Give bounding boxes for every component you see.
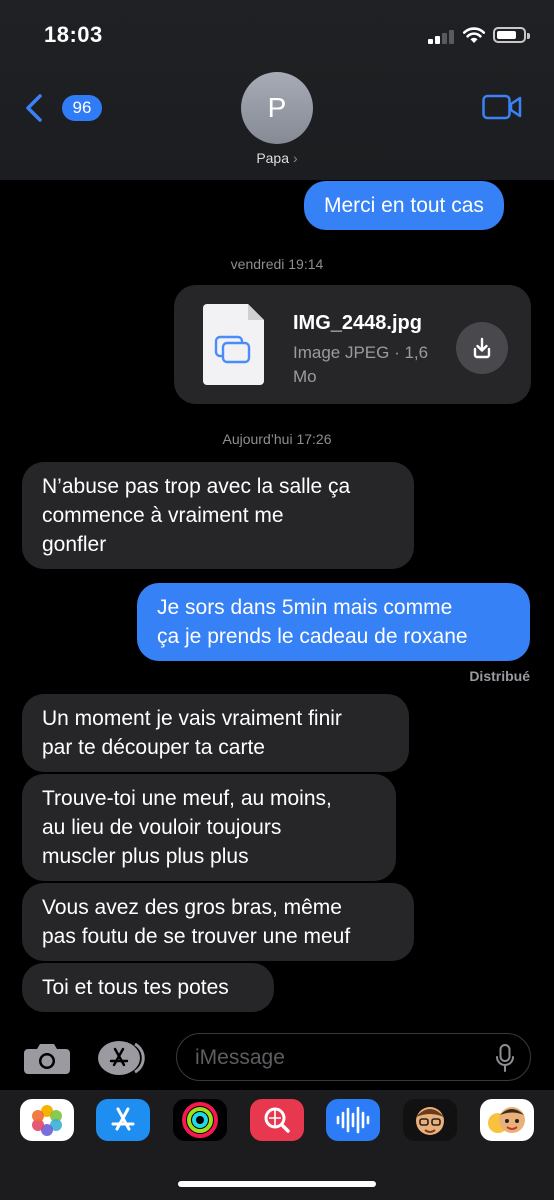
timestamp-day: vendredi bbox=[230, 256, 285, 272]
back-button[interactable]: 96 bbox=[22, 92, 102, 124]
message-received[interactable]: Toi et tous tes potes bbox=[22, 963, 274, 1012]
timestamp: vendredi 19:14 bbox=[0, 256, 554, 272]
message-line: au lieu de vouloir toujours bbox=[42, 816, 282, 839]
app-store-icon[interactable] bbox=[98, 1041, 152, 1075]
message-line: Vous avez des gros bras, même bbox=[42, 896, 342, 919]
app-drawer bbox=[0, 1090, 554, 1200]
web-search-app-icon[interactable] bbox=[250, 1099, 304, 1141]
message-input[interactable]: iMessage bbox=[176, 1033, 531, 1081]
camera-icon[interactable] bbox=[24, 1042, 70, 1074]
message-line: Toi et tous tes potes bbox=[42, 976, 229, 999]
attachment-filename: IMG_2448.jpg bbox=[293, 312, 422, 334]
message-line: Trouve-toi une meuf, au moins, bbox=[42, 787, 332, 810]
download-icon bbox=[473, 337, 491, 359]
file-attachment[interactable]: IMG_2448.jpg Image JPEG · 1,6 Mo bbox=[174, 285, 531, 404]
contact-name-button[interactable]: Papa › bbox=[0, 150, 554, 166]
home-indicator[interactable] bbox=[178, 1181, 376, 1187]
cellular-signal-icon bbox=[428, 30, 454, 44]
battery-icon bbox=[493, 27, 530, 43]
timestamp: Aujourd’hui 17:26 bbox=[0, 431, 554, 447]
status-time: 18:03 bbox=[44, 22, 103, 47]
contact-avatar[interactable]: P bbox=[241, 72, 313, 144]
conversation-header: 18:03 96 P Papa › bbox=[0, 0, 554, 180]
timestamp-time: 19:14 bbox=[288, 256, 324, 272]
message-line: muscler plus plus plus bbox=[42, 845, 249, 868]
message-received[interactable]: Vous avez des gros bras, même pas foutu … bbox=[22, 883, 414, 961]
message-thread: Merci en tout cas vendredi 19:14 IMG_244… bbox=[0, 180, 554, 1025]
chevron-right-icon: › bbox=[293, 150, 298, 166]
message-line: pas foutu de se trouver une meuf bbox=[42, 925, 351, 948]
facetime-video-icon[interactable] bbox=[482, 94, 522, 120]
status-bar: 18:03 bbox=[0, 0, 554, 70]
message-line: ça je prends le cadeau de roxane bbox=[157, 625, 468, 648]
attachment-meta: Image JPEG · 1,6 Mo bbox=[293, 341, 453, 389]
microphone-icon[interactable] bbox=[496, 1044, 514, 1072]
compose-bar: iMessage bbox=[0, 1025, 554, 1090]
message-received[interactable]: Trouve-toi une meuf, au moins, au lieu d… bbox=[22, 774, 396, 881]
unread-count-badge: 96 bbox=[62, 95, 102, 121]
message-sent[interactable]: Merci en tout cas bbox=[304, 181, 504, 230]
wifi-icon bbox=[462, 27, 486, 43]
message-line: Je sors dans 5min mais comme bbox=[157, 596, 453, 619]
attachment-meta-line: Image JPEG · 1,6 bbox=[293, 343, 429, 362]
memoji-app-icon[interactable] bbox=[403, 1099, 457, 1141]
activity-app-icon[interactable] bbox=[173, 1099, 227, 1141]
message-text: Merci en tout cas bbox=[324, 194, 484, 217]
message-line: commence à vraiment me bbox=[42, 504, 284, 527]
memoji-stickers-app-icon[interactable] bbox=[480, 1099, 534, 1141]
message-line: gonfler bbox=[42, 533, 107, 556]
photos-app-icon[interactable] bbox=[20, 1099, 74, 1141]
message-received[interactable]: Un moment je vais vraiment finir par te … bbox=[22, 694, 409, 772]
delivery-status: Distribué bbox=[469, 668, 530, 684]
timestamp-time: 17:26 bbox=[296, 431, 332, 447]
app-store-app-icon[interactable] bbox=[96, 1099, 150, 1141]
audio-message-app-icon[interactable] bbox=[326, 1099, 380, 1141]
download-button[interactable] bbox=[456, 322, 508, 374]
message-sent[interactable]: Je sors dans 5min mais comme ça je prend… bbox=[137, 583, 530, 661]
attachment-meta-line: Mo bbox=[293, 367, 317, 386]
message-line: N’abuse pas trop avec la salle ça bbox=[42, 475, 351, 498]
message-input-placeholder: iMessage bbox=[195, 1046, 285, 1069]
message-line: Un moment je vais vraiment finir bbox=[42, 707, 342, 730]
contact-name: Papa bbox=[256, 150, 290, 166]
message-received[interactable]: N’abuse pas trop avec la salle ça commen… bbox=[22, 462, 414, 569]
image-file-icon bbox=[203, 304, 264, 385]
message-line: par te découper ta carte bbox=[42, 736, 265, 759]
timestamp-day: Aujourd’hui bbox=[222, 431, 293, 447]
chevron-left-icon bbox=[26, 94, 42, 122]
